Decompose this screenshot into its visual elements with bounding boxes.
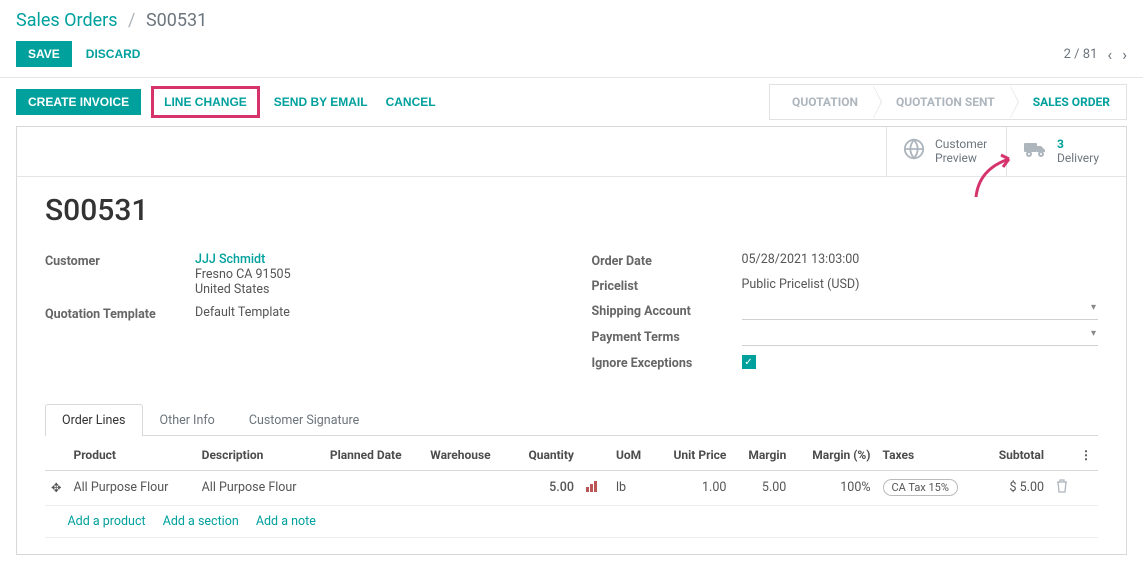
tax-tag[interactable]: CA Tax 15% xyxy=(883,479,958,496)
cell-description[interactable]: All Purpose Flour xyxy=(196,470,324,505)
ignore-exceptions-checkbox[interactable]: ✓ xyxy=(742,355,756,369)
order-name-heading: S00531 xyxy=(45,193,1098,228)
delivery-count: 3 xyxy=(1057,137,1099,151)
tab-other-info[interactable]: Other Info xyxy=(143,404,232,436)
status-step-quotation[interactable]: QUOTATION xyxy=(769,84,874,120)
col-quantity[interactable]: Quantity xyxy=(511,440,580,471)
tabs: Order Lines Other Info Customer Signatur… xyxy=(45,403,1098,436)
order-lines-table: Product Description Planned Date Warehou… xyxy=(45,440,1098,538)
ignore-exceptions-label: Ignore Exceptions xyxy=(592,354,742,371)
add-section-link[interactable]: Add a section xyxy=(163,514,239,529)
cell-margin-pct[interactable]: 100% xyxy=(792,470,876,505)
cell-warehouse[interactable] xyxy=(424,470,511,505)
col-uom[interactable]: UoM xyxy=(610,440,655,471)
status-step-sales-order[interactable]: SALES ORDER xyxy=(1011,84,1127,120)
breadcrumb-current: S00531 xyxy=(146,10,207,31)
pager-text: 2 / 81 xyxy=(1064,47,1098,62)
cell-unit-price[interactable]: 1.00 xyxy=(655,470,733,505)
status-step-quotation-sent[interactable]: QUOTATION SENT xyxy=(874,84,1011,120)
line-change-button[interactable]: LINE CHANGE xyxy=(151,86,260,118)
tab-order-lines[interactable]: Order Lines xyxy=(45,404,143,436)
customer-address-1: Fresno CA 91505 xyxy=(195,267,552,282)
save-button[interactable]: SAVE xyxy=(16,41,72,67)
table-header-row: Product Description Planned Date Warehou… xyxy=(45,440,1098,471)
cell-margin[interactable]: 5.00 xyxy=(732,470,792,505)
payment-terms-dropdown[interactable] xyxy=(742,328,1099,346)
customer-link[interactable]: JJJ Schmidt xyxy=(195,252,265,267)
pager: 2 / 81 ‹ › xyxy=(1064,45,1127,64)
col-warehouse[interactable]: Warehouse xyxy=(424,440,511,471)
breadcrumb-separator: / xyxy=(128,10,135,31)
add-product-link[interactable]: Add a product xyxy=(67,514,145,529)
order-date-value[interactable]: 05/28/2021 13:03:00 xyxy=(742,252,1099,267)
customer-preview-line1: Customer xyxy=(935,137,987,151)
breadcrumb: Sales Orders / S00531 xyxy=(0,0,1143,35)
forecast-icon[interactable] xyxy=(586,481,600,496)
topbar: SAVE DISCARD 2 / 81 ‹ › xyxy=(0,35,1143,77)
add-row: Add a product Add a section Add a note xyxy=(45,505,1098,537)
cell-quantity[interactable]: 5.00 xyxy=(511,470,580,505)
delivery-button[interactable]: 3 Delivery xyxy=(1006,127,1126,176)
drag-handle-icon[interactable]: ✥ xyxy=(45,470,67,505)
delivery-label: Delivery xyxy=(1057,151,1099,165)
shipping-account-label: Shipping Account xyxy=(592,302,742,319)
breadcrumb-root[interactable]: Sales Orders xyxy=(16,10,118,31)
cell-subtotal: $ 5.00 xyxy=(981,470,1050,505)
col-product[interactable]: Product xyxy=(67,440,195,471)
col-subtotal[interactable]: Subtotal xyxy=(981,440,1050,471)
cell-uom[interactable]: lb xyxy=(610,470,655,505)
col-unit-price[interactable]: Unit Price xyxy=(655,440,733,471)
truck-icon xyxy=(1023,139,1047,164)
col-margin-pct[interactable]: Margin (%) xyxy=(792,440,876,471)
cell-product[interactable]: All Purpose Flour xyxy=(67,470,195,505)
col-description[interactable]: Description xyxy=(196,440,324,471)
customer-label: Customer xyxy=(45,252,195,269)
customer-preview-button[interactable]: Customer Preview xyxy=(886,127,1006,176)
add-note-link[interactable]: Add a note xyxy=(256,514,316,529)
pager-prev-icon[interactable]: ‹ xyxy=(1107,45,1112,64)
customer-preview-line2: Preview xyxy=(935,151,987,165)
pricelist-value[interactable]: Public Pricelist (USD) xyxy=(742,277,1099,292)
columns-menu-icon[interactable]: ⋮ xyxy=(1074,440,1098,471)
table-row[interactable]: ✥ All Purpose Flour All Purpose Flour 5.… xyxy=(45,470,1098,505)
order-date-label: Order Date xyxy=(592,252,742,269)
globe-icon xyxy=(903,138,925,165)
send-by-email-button[interactable]: SEND BY EMAIL xyxy=(270,89,372,115)
payment-terms-label: Payment Terms xyxy=(592,328,742,345)
col-planned-date[interactable]: Planned Date xyxy=(324,440,424,471)
cell-planned-date[interactable] xyxy=(324,470,424,505)
pricelist-label: Pricelist xyxy=(592,277,742,294)
customer-address-2: United States xyxy=(195,282,552,297)
shipping-account-dropdown[interactable] xyxy=(742,302,1099,320)
status-bar: QUOTATION QUOTATION SENT SALES ORDER xyxy=(769,84,1127,120)
col-taxes[interactable]: Taxes xyxy=(877,440,982,471)
form-sheet: Customer Preview 3 Delivery S00531 xyxy=(16,126,1127,555)
stat-buttons: Customer Preview 3 Delivery xyxy=(17,127,1126,177)
quotation-template-label: Quotation Template xyxy=(45,305,195,322)
delete-row-icon[interactable] xyxy=(1050,470,1074,505)
quotation-template-value[interactable]: Default Template xyxy=(195,305,552,320)
col-margin[interactable]: Margin xyxy=(732,440,792,471)
create-invoice-button[interactable]: CREATE INVOICE xyxy=(16,89,141,115)
tab-customer-signature[interactable]: Customer Signature xyxy=(232,404,376,436)
discard-button[interactable]: DISCARD xyxy=(82,41,145,67)
cancel-button[interactable]: CANCEL xyxy=(382,89,440,115)
action-bar: CREATE INVOICE LINE CHANGE SEND BY EMAIL… xyxy=(0,77,1143,126)
pager-next-icon[interactable]: › xyxy=(1122,45,1127,64)
